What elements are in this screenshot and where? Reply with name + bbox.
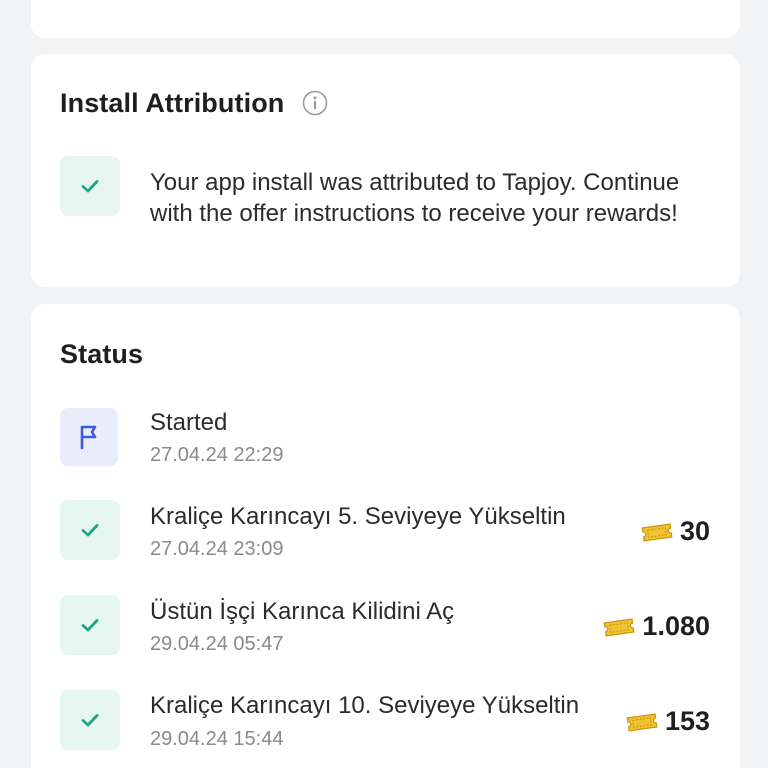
ticket-icon	[626, 712, 658, 732]
status-row-date: 27.04.24 22:29	[150, 444, 284, 466]
check-icon	[81, 180, 99, 193]
status-row-date: 27.04.24 23:09	[150, 538, 284, 560]
status-card: Status Started 27.04.24 22:29 Kraliçe Ka…	[31, 304, 740, 768]
reward-value: 30	[679, 516, 710, 546]
check-icon	[81, 619, 99, 632]
offer-status-page: Install Attribution Your app install was…	[0, 0, 768, 768]
status-row-date: 29.04.24 05:47	[150, 633, 284, 655]
install-check-badge	[60, 156, 120, 216]
previous-card	[31, 0, 740, 38]
install-attribution-card: Install Attribution Your app install was…	[31, 54, 740, 287]
status-row-title: Kraliçe Karıncayı 10. Seviyeye Yükseltin	[150, 692, 580, 719]
reward-amount: 1.080	[602, 611, 710, 642]
status-title: Status	[60, 339, 144, 369]
install-attribution-message: Your app install was attributed to Tapjo…	[150, 169, 680, 227]
reward-value: 153	[664, 706, 710, 736]
status-row-date: 29.04.24 15:44	[150, 728, 284, 750]
status-row-check-badge	[60, 690, 120, 750]
status-row-title: Kraliçe Karıncayı 5. Seviyeye Yükseltin	[150, 503, 566, 530]
reward-amount: 30	[640, 516, 710, 547]
status-row-started-badge	[60, 408, 118, 466]
ticket-icon	[641, 522, 673, 542]
status-row-check-badge	[60, 500, 120, 560]
status-row-check-badge	[60, 595, 120, 655]
status-row-title: Üstün İşçi Karınca Kilidini Aç	[150, 598, 455, 625]
status-row-title: Started	[150, 409, 228, 436]
check-icon	[81, 714, 99, 727]
install-attribution-title: Install Attribution	[60, 88, 285, 118]
reward-value: 1.080	[642, 611, 710, 641]
ticket-icon	[604, 617, 635, 637]
flag-icon	[80, 425, 97, 450]
check-icon	[81, 524, 99, 537]
reward-amount: 153	[625, 706, 710, 737]
info-icon[interactable]	[302, 90, 328, 116]
